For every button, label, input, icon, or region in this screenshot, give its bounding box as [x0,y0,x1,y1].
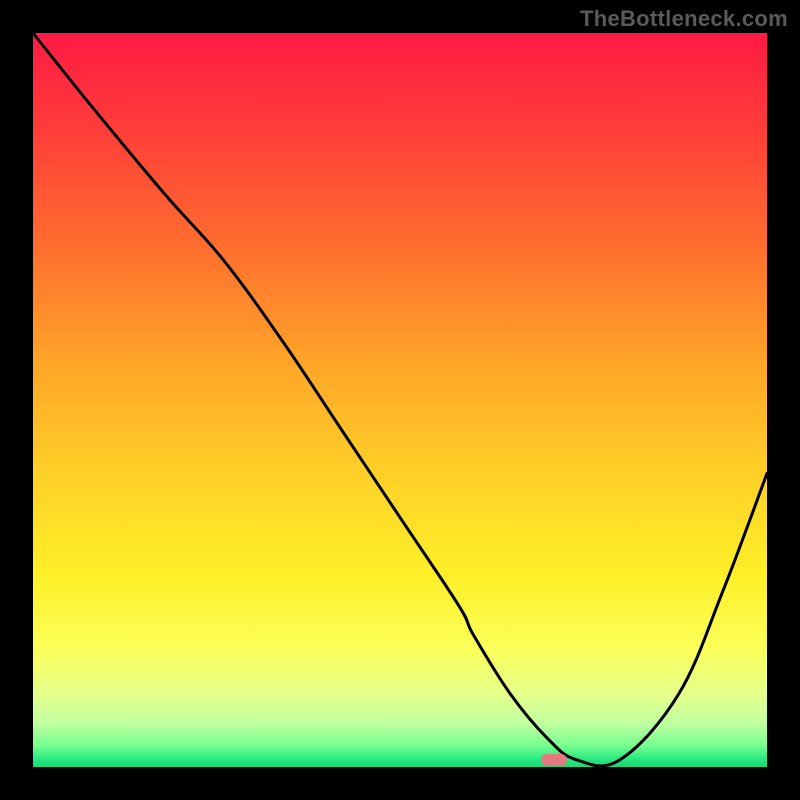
bottleneck-chart: TheBottleneck.com [0,0,800,800]
bottleneck-curve-path [33,33,767,766]
watermark-text: TheBottleneck.com [580,6,788,32]
plot-area [33,33,767,767]
curve-svg [33,33,767,767]
optimum-marker [541,754,567,766]
